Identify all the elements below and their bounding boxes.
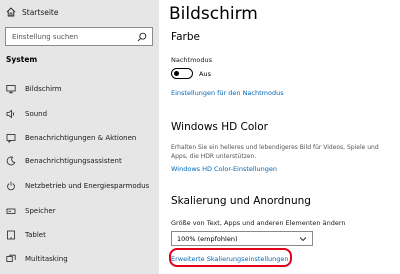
chevron-down-icon bbox=[299, 237, 307, 242]
toggle-knob bbox=[174, 70, 179, 76]
scale-dropdown-value: 100% (empfohlen) bbox=[177, 234, 238, 243]
home-label: Startseite bbox=[22, 7, 59, 17]
sidebar-item-label: Benachrichtigungen & Aktionen bbox=[25, 133, 137, 142]
sidebar-item-label: Sound bbox=[25, 109, 48, 118]
main-content: Bildschirm Farbe Nachtmodus Aus Einstell… bbox=[159, 0, 400, 274]
tablet-icon bbox=[7, 230, 15, 239]
sidebar-item-label: Multitasking bbox=[25, 254, 68, 263]
monitor-icon bbox=[6, 84, 16, 93]
sidebar-item-label: Speicher bbox=[25, 206, 56, 215]
night-mode-label: Nachtmodus bbox=[171, 56, 213, 64]
sidebar-item-label: Tablet bbox=[25, 230, 46, 239]
heading-farbe: Farbe bbox=[171, 31, 200, 43]
sidebar-item-bildschirm[interactable]: Bildschirm bbox=[0, 80, 159, 97]
scale-dropdown[interactable]: 100% (empfohlen) bbox=[171, 231, 313, 246]
toggle-state-label: Aus bbox=[199, 70, 211, 78]
sidebar-item-sound[interactable]: Sound bbox=[0, 105, 159, 122]
heading-hd-color: Windows HD Color bbox=[171, 121, 268, 133]
heading-skalierung: Skalierung und Anordnung bbox=[171, 195, 311, 207]
hd-color-settings-link[interactable]: Windows HD Color-Einstellungen bbox=[171, 165, 277, 173]
sidebar-item-label: Bildschirm bbox=[25, 84, 62, 93]
sidebar: Startseite System Bildschirm Sound Benac… bbox=[0, 0, 159, 274]
sidebar-item-tablet[interactable]: Tablet bbox=[0, 226, 159, 243]
advanced-scaling-link[interactable]: Erweiterte Skalierungseinstellungen bbox=[171, 255, 288, 263]
power-icon bbox=[7, 181, 15, 190]
sidebar-item-speicher[interactable]: Speicher bbox=[0, 202, 159, 219]
moon-icon bbox=[6, 156, 16, 165]
search-box[interactable] bbox=[5, 27, 153, 46]
sidebar-item-benachrichtigungsassistent[interactable]: Benachrichtigungsassistent bbox=[0, 152, 159, 169]
size-label: Größe von Text, Apps und anderen Element… bbox=[171, 219, 346, 227]
search-icon[interactable] bbox=[137, 32, 147, 42]
sidebar-item-label: Benachrichtigungsassistent bbox=[25, 156, 122, 165]
section-label-system: System bbox=[6, 55, 38, 64]
storage-icon bbox=[6, 208, 16, 214]
notification-icon bbox=[6, 133, 16, 143]
sidebar-item-netzbetrieb[interactable]: Netzbetrieb und Energiesparmodus bbox=[0, 177, 159, 194]
multitasking-icon bbox=[6, 254, 16, 262]
home-icon bbox=[6, 7, 16, 17]
sidebar-item-multitasking[interactable]: Multitasking bbox=[0, 250, 159, 267]
search-input[interactable] bbox=[6, 28, 134, 45]
page-title: Bildschirm bbox=[169, 4, 258, 24]
night-mode-settings-link[interactable]: Einstellungen für den Nachtmodus bbox=[171, 89, 284, 97]
sidebar-item-label: Netzbetrieb und Energiesparmodus bbox=[25, 181, 150, 190]
home-link[interactable]: Startseite bbox=[6, 5, 58, 19]
night-mode-toggle[interactable] bbox=[171, 68, 193, 79]
sidebar-item-benachrichtigungen[interactable]: Benachrichtigungen & Aktionen bbox=[0, 129, 159, 146]
speaker-icon bbox=[6, 109, 14, 118]
hd-color-description: Erhalten Sie ein helleres und lebendiger… bbox=[171, 144, 379, 160]
